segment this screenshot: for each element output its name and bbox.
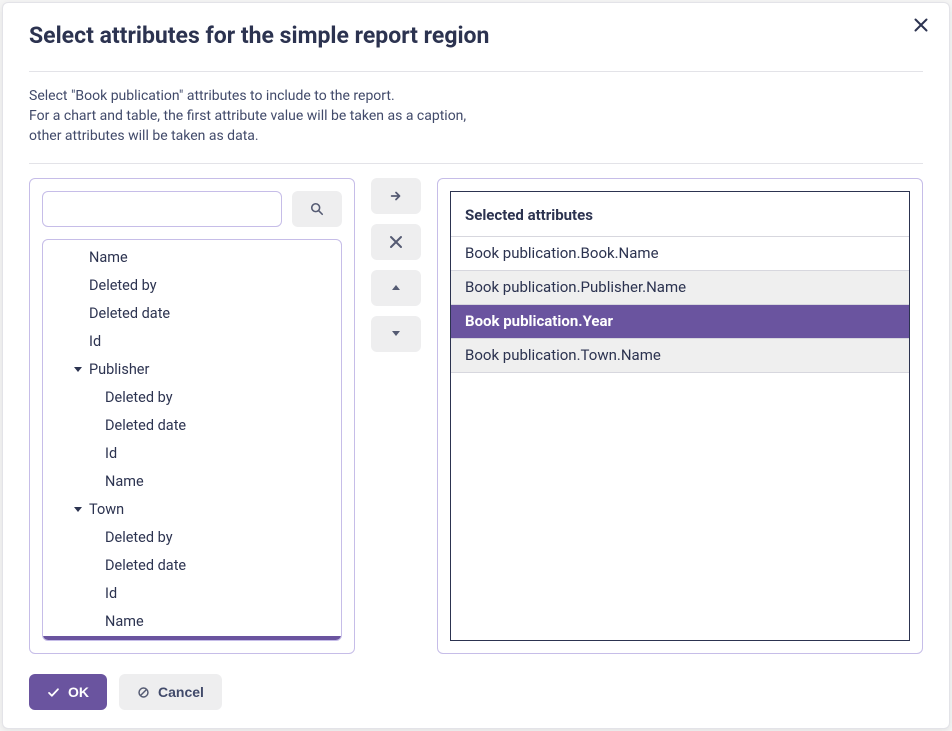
tree-item[interactable]: Deleted date: [43, 300, 341, 328]
tree-item[interactable]: Id: [43, 328, 341, 356]
dialog-footer: OK Cancel: [3, 666, 949, 728]
tree-item-label: Id: [105, 445, 117, 462]
dialog-header: Select attributes for the simple report …: [3, 3, 949, 59]
caret-up-icon: [392, 285, 400, 290]
tree-item-label: Deleted by: [89, 277, 157, 294]
tree-item-label: Town: [89, 501, 124, 518]
attribute-tree-container: Name Deleted by Deleted date Id Publisher Del…: [42, 239, 342, 641]
selected-list: Book publication.Book.Name Book publicati…: [451, 237, 909, 373]
divider: [29, 163, 923, 164]
tree-item[interactable]: Town: [43, 496, 341, 524]
close-icon: [914, 18, 928, 32]
tree-item-label: Deleted date: [105, 557, 186, 574]
selected-item[interactable]: Book publication.Town.Name: [451, 339, 909, 373]
tree-item-label: Deleted date: [105, 417, 186, 434]
selected-item[interactable]: Book publication.Publisher.Name: [451, 271, 909, 305]
tree-item-label: Name: [89, 249, 128, 266]
attribute-tree: Name Deleted by Deleted date Id Publisher Del…: [43, 240, 341, 640]
move-down-button[interactable]: [371, 316, 421, 352]
search-row: [42, 191, 342, 227]
tree-item[interactable]: Deleted date: [43, 552, 341, 580]
instruction-line: For a chart and table, the first attribu…: [29, 106, 923, 126]
expand-caret-icon[interactable]: [73, 365, 83, 375]
move-up-button[interactable]: [371, 270, 421, 306]
check-icon: [47, 686, 60, 699]
search-input[interactable]: [42, 191, 282, 227]
selected-item-label: Book publication.Town.Name: [465, 346, 661, 364]
expand-caret-icon[interactable]: [73, 505, 83, 515]
available-attributes-pane: Name Deleted by Deleted date Id Publisher Del…: [29, 178, 355, 654]
selected-item-label: Book publication.Year: [465, 312, 613, 330]
attribute-selector-dialog: Select attributes for the simple report …: [2, 2, 950, 729]
tree-item[interactable]: Name: [43, 608, 341, 636]
dialog-body: Name Deleted by Deleted date Id Publisher Del…: [3, 172, 949, 666]
dialog-instructions: Select "Book publication" attributes to …: [3, 80, 949, 157]
tree-item[interactable]: Year: [43, 636, 341, 640]
tree-item[interactable]: Deleted by: [43, 272, 341, 300]
tree-item-label: Name: [105, 473, 144, 490]
remove-attribute-button[interactable]: [371, 224, 421, 260]
tree-item-label: Name: [105, 613, 144, 630]
tree-item[interactable]: Deleted by: [43, 384, 341, 412]
selected-item[interactable]: Book publication.Book.Name: [451, 237, 909, 271]
tree-item[interactable]: Deleted date: [43, 412, 341, 440]
tree-item[interactable]: Id: [43, 440, 341, 468]
search-button[interactable]: [292, 191, 342, 227]
tree-item-label: Deleted date: [89, 305, 170, 322]
tree-item-label: Id: [105, 585, 117, 602]
selected-attributes-pane: Selected attributes Book publication.Boo…: [437, 178, 923, 654]
tree-item-label: Deleted by: [105, 529, 173, 546]
tree-item[interactable]: Name: [43, 244, 341, 272]
cancel-button-label: Cancel: [158, 684, 204, 700]
add-attribute-button[interactable]: [371, 178, 421, 214]
divider: [29, 71, 923, 72]
tree-item[interactable]: Id: [43, 580, 341, 608]
transfer-controls: [371, 178, 421, 654]
selected-item-label: Book publication.Book.Name: [465, 244, 659, 262]
caret-down-icon: [392, 331, 400, 336]
tree-item-label: Id: [89, 333, 101, 350]
remove-icon: [389, 235, 403, 249]
dialog-title: Select attributes for the simple report …: [29, 21, 923, 51]
arrow-right-icon: [389, 189, 403, 203]
selected-header: Selected attributes: [451, 192, 909, 236]
tree-item-label: Deleted by: [105, 389, 173, 406]
tree-item[interactable]: Name: [43, 468, 341, 496]
selected-item-label: Book publication.Publisher.Name: [465, 278, 686, 296]
tree-item[interactable]: Deleted by: [43, 524, 341, 552]
instruction-line: other attributes will be taken as data.: [29, 126, 923, 146]
instruction-line: Select "Book publication" attributes to …: [29, 86, 923, 106]
selected-item[interactable]: Book publication.Year: [451, 305, 909, 339]
close-button[interactable]: [907, 11, 935, 39]
tree-item-label: Publisher: [89, 361, 149, 378]
attribute-tree-scroll[interactable]: Name Deleted by Deleted date Id Publisher Del…: [43, 240, 341, 640]
ok-button-label: OK: [68, 684, 89, 700]
cancel-button[interactable]: Cancel: [119, 674, 222, 710]
cancel-icon: [137, 686, 150, 699]
search-icon: [310, 202, 324, 216]
ok-button[interactable]: OK: [29, 674, 107, 710]
selected-list-box: Selected attributes Book publication.Boo…: [450, 191, 910, 641]
tree-item[interactable]: Publisher: [43, 356, 341, 384]
